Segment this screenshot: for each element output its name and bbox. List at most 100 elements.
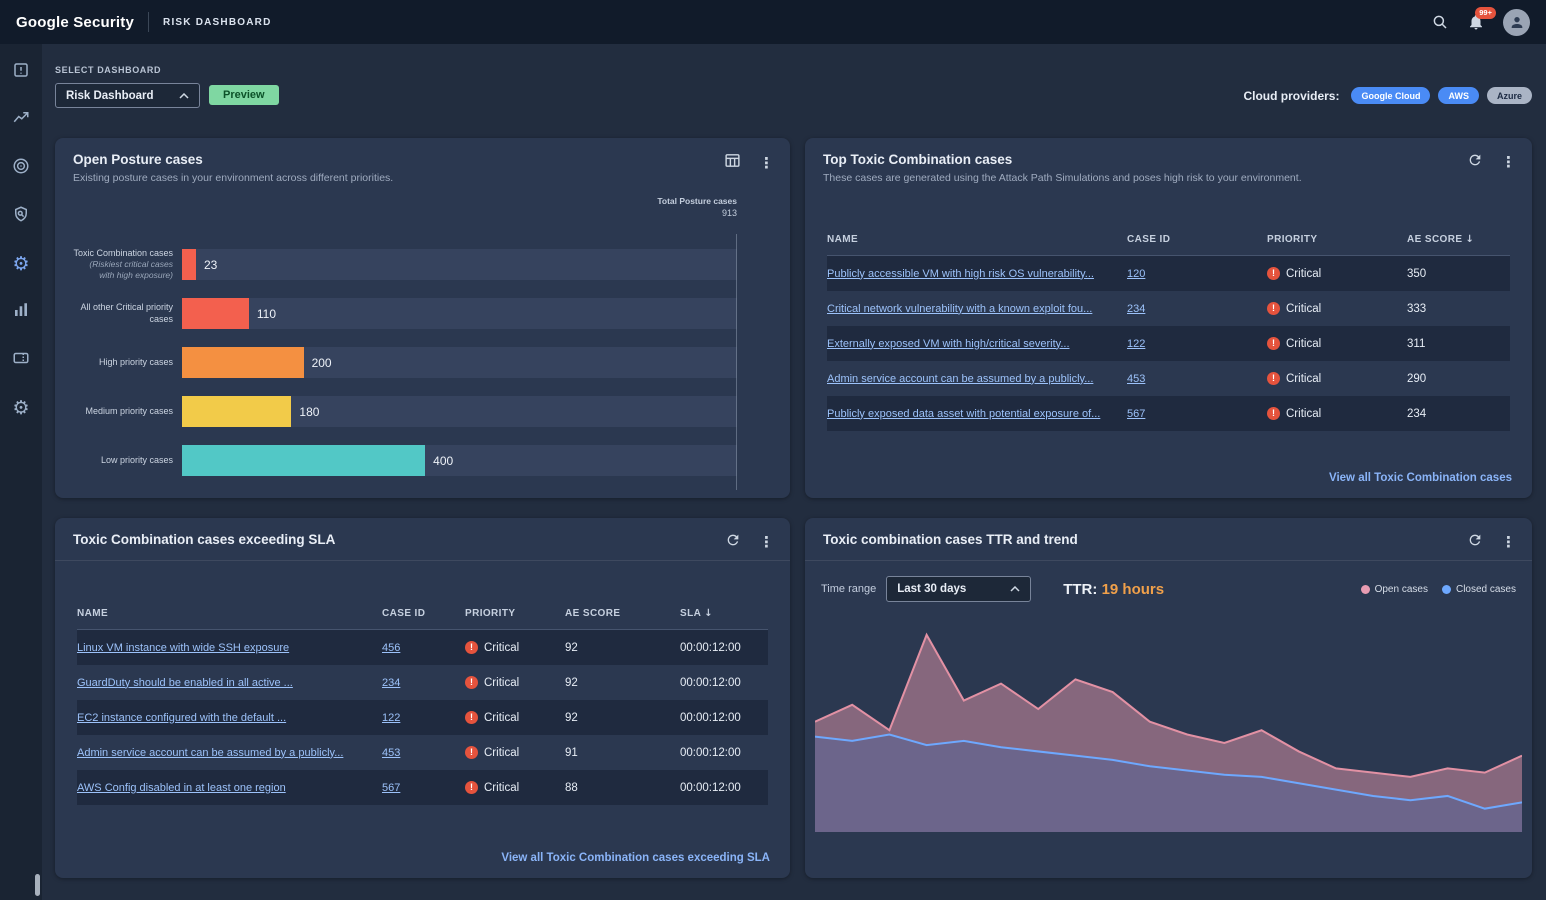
view-all-toxic-link[interactable]: View all Toxic Combination cases bbox=[1329, 472, 1512, 484]
chevron-up-icon bbox=[1010, 583, 1020, 595]
refresh-icon[interactable] bbox=[1467, 532, 1483, 553]
case-name-link[interactable]: GuardDuty should be enabled in all activ… bbox=[77, 677, 293, 689]
sidebar-item-tickets[interactable] bbox=[0, 336, 42, 384]
case-id-link[interactable]: 456 bbox=[382, 642, 400, 654]
sidebar-item-cases[interactable] bbox=[0, 48, 42, 96]
priority-label: Critical bbox=[1286, 373, 1321, 385]
score-cell: 92 bbox=[565, 677, 680, 689]
case-id-link[interactable]: 234 bbox=[382, 677, 400, 689]
sla-cell: 00:00:12:00 bbox=[680, 642, 768, 654]
case-name-link[interactable]: Publicly accessible VM with high risk OS… bbox=[827, 268, 1094, 280]
case-id-link[interactable]: 567 bbox=[1127, 408, 1145, 420]
top-toxic-table: NAMECASE IDPRIORITYAE SCORE↓ Publicly acc… bbox=[827, 224, 1510, 431]
sidebar-item-trends[interactable] bbox=[0, 96, 42, 144]
bar-segment[interactable] bbox=[182, 445, 425, 476]
column-header-ae-score[interactable]: AE SCORE bbox=[565, 608, 680, 619]
table-header-row: NAMECASE IDPRIORITYAE SCORE↓ bbox=[827, 224, 1510, 256]
bar-segment[interactable] bbox=[182, 249, 196, 280]
case_id-cell: 453 bbox=[1127, 373, 1267, 385]
case-id-link[interactable]: 234 bbox=[1127, 303, 1145, 315]
bar-category-label: All other Critical priority cases bbox=[73, 302, 182, 325]
case-name-link[interactable]: Linux VM instance with wide SSH exposure bbox=[77, 642, 289, 654]
cloud-provider-pill-azure[interactable]: Azure bbox=[1487, 87, 1532, 104]
case-name-link[interactable]: Externally exposed VM with high/critical… bbox=[827, 338, 1070, 350]
more-options-icon[interactable]: ⋮ bbox=[759, 535, 774, 550]
column-header-case-id[interactable]: CASE ID bbox=[382, 608, 465, 619]
critical-priority-icon: ! bbox=[465, 711, 478, 724]
sidebar-item-posture[interactable] bbox=[0, 192, 42, 240]
table-view-icon[interactable] bbox=[724, 152, 741, 174]
score-cell: 290 bbox=[1407, 373, 1510, 385]
more-options-icon[interactable]: ⋮ bbox=[759, 156, 774, 171]
table-row: Publicly accessible VM with high risk OS… bbox=[827, 256, 1510, 291]
dashboard-select[interactable]: Risk Dashboard bbox=[55, 83, 200, 108]
time-range-select[interactable]: Last 30 days bbox=[886, 576, 1031, 602]
name-cell: Admin service account can be assumed by … bbox=[77, 747, 382, 759]
column-header-name[interactable]: NAME bbox=[827, 234, 1127, 245]
case-name-link[interactable]: AWS Config disabled in at least one regi… bbox=[77, 782, 286, 794]
column-header-priority[interactable]: PRIORITY bbox=[465, 608, 565, 619]
notifications-bell-icon[interactable]: 99+ bbox=[1467, 13, 1485, 31]
case-id-link[interactable]: 453 bbox=[1127, 373, 1145, 385]
case-name-link[interactable]: Publicly exposed data asset with potenti… bbox=[827, 408, 1100, 420]
score-cell: 91 bbox=[565, 747, 680, 759]
case-name-link[interactable]: EC2 instance configured with the default… bbox=[77, 712, 286, 724]
column-header-sla[interactable]: SLA↓ bbox=[680, 608, 768, 619]
legend-item[interactable]: Closed cases bbox=[1442, 584, 1516, 595]
cases-icon bbox=[12, 61, 30, 84]
priority-label: Critical bbox=[1286, 268, 1321, 280]
sidebar-item-services[interactable]: ⚙ bbox=[0, 240, 42, 288]
priority-cell: !Critical bbox=[1267, 267, 1407, 280]
bar-row: All other Critical priority cases110 bbox=[73, 289, 737, 338]
more-options-icon[interactable]: ⋮ bbox=[1501, 155, 1516, 170]
bar-category-label: Toxic Combination cases(Riskiest critica… bbox=[73, 248, 182, 282]
case-id-link[interactable]: 122 bbox=[1127, 338, 1145, 350]
bar-track: 110 bbox=[182, 298, 737, 329]
sidebar-item-radar[interactable] bbox=[0, 144, 42, 192]
bar-segment[interactable] bbox=[182, 298, 249, 329]
refresh-icon[interactable] bbox=[1467, 152, 1483, 173]
case-id-link[interactable]: 120 bbox=[1127, 268, 1145, 280]
cloud-provider-pill-google-cloud[interactable]: Google Cloud bbox=[1351, 87, 1430, 104]
bar-segment[interactable] bbox=[182, 347, 304, 378]
column-header-case-id[interactable]: CASE ID bbox=[1127, 234, 1267, 245]
legend-item[interactable]: Open cases bbox=[1361, 584, 1428, 595]
column-header-ae-score[interactable]: AE SCORE↓ bbox=[1407, 234, 1510, 245]
more-options-icon[interactable]: ⋮ bbox=[1501, 535, 1516, 550]
case_id-cell: 120 bbox=[1127, 268, 1267, 280]
cloud-provider-pill-aws[interactable]: AWS bbox=[1438, 87, 1479, 104]
case-name-link[interactable]: Admin service account can be assumed by … bbox=[827, 373, 1093, 385]
sla-cell: 00:00:12:00 bbox=[680, 747, 768, 759]
bar-track: 200 bbox=[182, 347, 737, 378]
app-logo[interactable]: Google Security bbox=[16, 14, 134, 31]
cloud-providers-label: Cloud providers: bbox=[1243, 89, 1339, 103]
trend-line-icon bbox=[12, 109, 30, 132]
user-avatar[interactable] bbox=[1503, 9, 1530, 36]
case-id-link[interactable]: 453 bbox=[382, 747, 400, 759]
table-row: Linux VM instance with wide SSH exposure… bbox=[77, 630, 768, 665]
scrollbar-thumb[interactable] bbox=[35, 874, 40, 896]
search-icon[interactable] bbox=[1431, 13, 1449, 31]
preview-button[interactable]: Preview bbox=[209, 85, 279, 105]
ttr-trend-card: Toxic combination cases TTR and trend ⋮ … bbox=[805, 518, 1532, 878]
case-id-link[interactable]: 567 bbox=[382, 782, 400, 794]
ttr-area-chart bbox=[815, 620, 1522, 832]
case-name-link[interactable]: Critical network vulnerability with a kn… bbox=[827, 303, 1092, 315]
column-header-name[interactable]: NAME bbox=[77, 608, 382, 619]
ticket-icon bbox=[12, 349, 30, 372]
radar-icon bbox=[12, 157, 30, 180]
sidebar-item-settings[interactable]: ⚙ bbox=[0, 384, 42, 432]
bar-segment[interactable] bbox=[182, 396, 291, 427]
column-header-priority[interactable]: PRIORITY bbox=[1267, 234, 1407, 245]
priority-label: Critical bbox=[484, 712, 519, 724]
case-id-link[interactable]: 122 bbox=[382, 712, 400, 724]
legend-label: Open cases bbox=[1375, 584, 1428, 595]
sidebar-item-dashboards[interactable] bbox=[0, 288, 42, 336]
critical-priority-icon: ! bbox=[465, 781, 478, 794]
case-name-link[interactable]: Admin service account can be assumed by … bbox=[77, 747, 343, 759]
name-cell: Admin service account can be assumed by … bbox=[827, 373, 1127, 385]
refresh-icon[interactable] bbox=[725, 532, 741, 553]
bar-value-label: 23 bbox=[204, 258, 217, 272]
priority-cell: !Critical bbox=[465, 641, 565, 654]
view-all-sla-link[interactable]: View all Toxic Combination cases exceedi… bbox=[501, 852, 770, 864]
